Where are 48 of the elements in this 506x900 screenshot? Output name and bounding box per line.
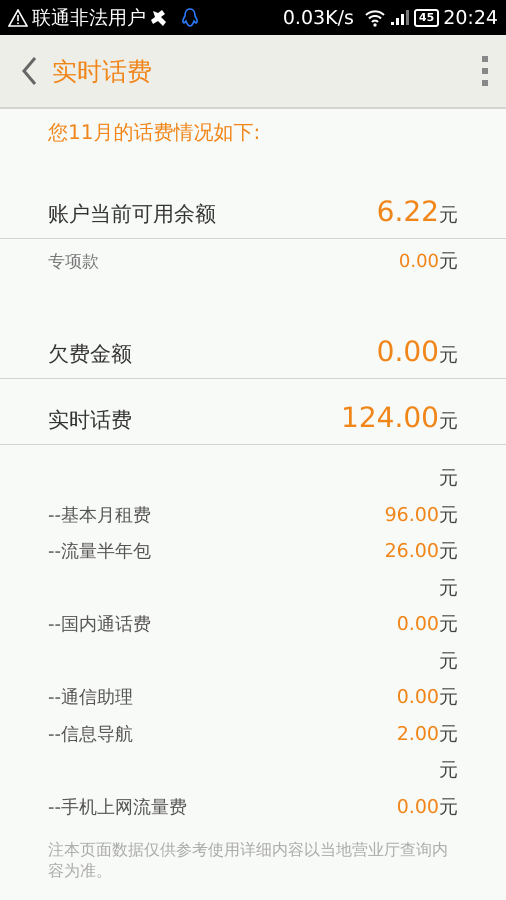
currency-unit: 元 [439,466,458,492]
app-icon [150,8,168,28]
currency-unit: 元 [439,612,458,638]
currency-unit: 元 [439,794,458,820]
currency-unit: 元 [439,343,458,368]
fee-label: --国内通话费 [48,613,151,636]
amount-value: 26.00 [384,540,439,562]
fee-label: --信息导航 [48,722,133,746]
signal-icon [390,8,410,26]
currency-unit: 元 [439,576,458,601]
fee-label: 账户当前可用余额 [48,201,216,228]
intro-text: 您11月的话费情况如下: [47,119,262,146]
back-button[interactable] [20,55,38,87]
fee-label: --手机上网流量费 [48,796,187,819]
disclaimer-note: 注本页面数据仅供参考使用详细内容以当地营业厅查询内容为准。 [47,839,449,881]
fee-label: --通信助理 [48,686,133,710]
amount-value: 0.00 [376,335,439,368]
amount-value: 124.00 [341,401,439,434]
currency-unit: 元 [439,409,458,434]
fee-label: 实时话费 [48,407,132,434]
currency-unit: 元 [439,648,458,674]
penguin-icon [180,6,200,28]
currency-unit: 元 [439,758,458,784]
currency-unit: 元 [439,502,458,528]
page-title: 实时话费 [52,56,153,88]
carrier-name: 联通非法用户 [32,6,146,30]
network-speed: 0.03K/s [282,6,354,28]
fee-label: 专项款 [48,250,99,272]
amount-value: 2.00 [396,722,439,745]
fee-label: 欠费金额 [48,341,132,368]
amount-value: 0.00 [396,613,439,636]
fee-label: --流量半年包 [48,540,151,564]
amount-value: 0.00 [396,796,439,818]
fee-label: --基本月租费 [48,504,151,527]
wifi-icon [364,8,386,26]
warning-icon [8,8,28,26]
currency-unit: 元 [439,685,458,710]
amount-value: 0.00 [398,251,439,272]
amount-value: 6.22 [376,195,439,228]
currency-unit: 元 [439,203,458,228]
more-options-button[interactable] [480,55,490,87]
clock-time: 20:24 [443,6,498,28]
currency-unit: 元 [439,249,458,274]
amount-value: 0.00 [396,686,439,708]
currency-unit: 元 [439,722,458,747]
amount-value: 96.00 [384,504,439,526]
currency-unit: 元 [439,539,458,564]
battery-level: 45 [414,8,440,26]
